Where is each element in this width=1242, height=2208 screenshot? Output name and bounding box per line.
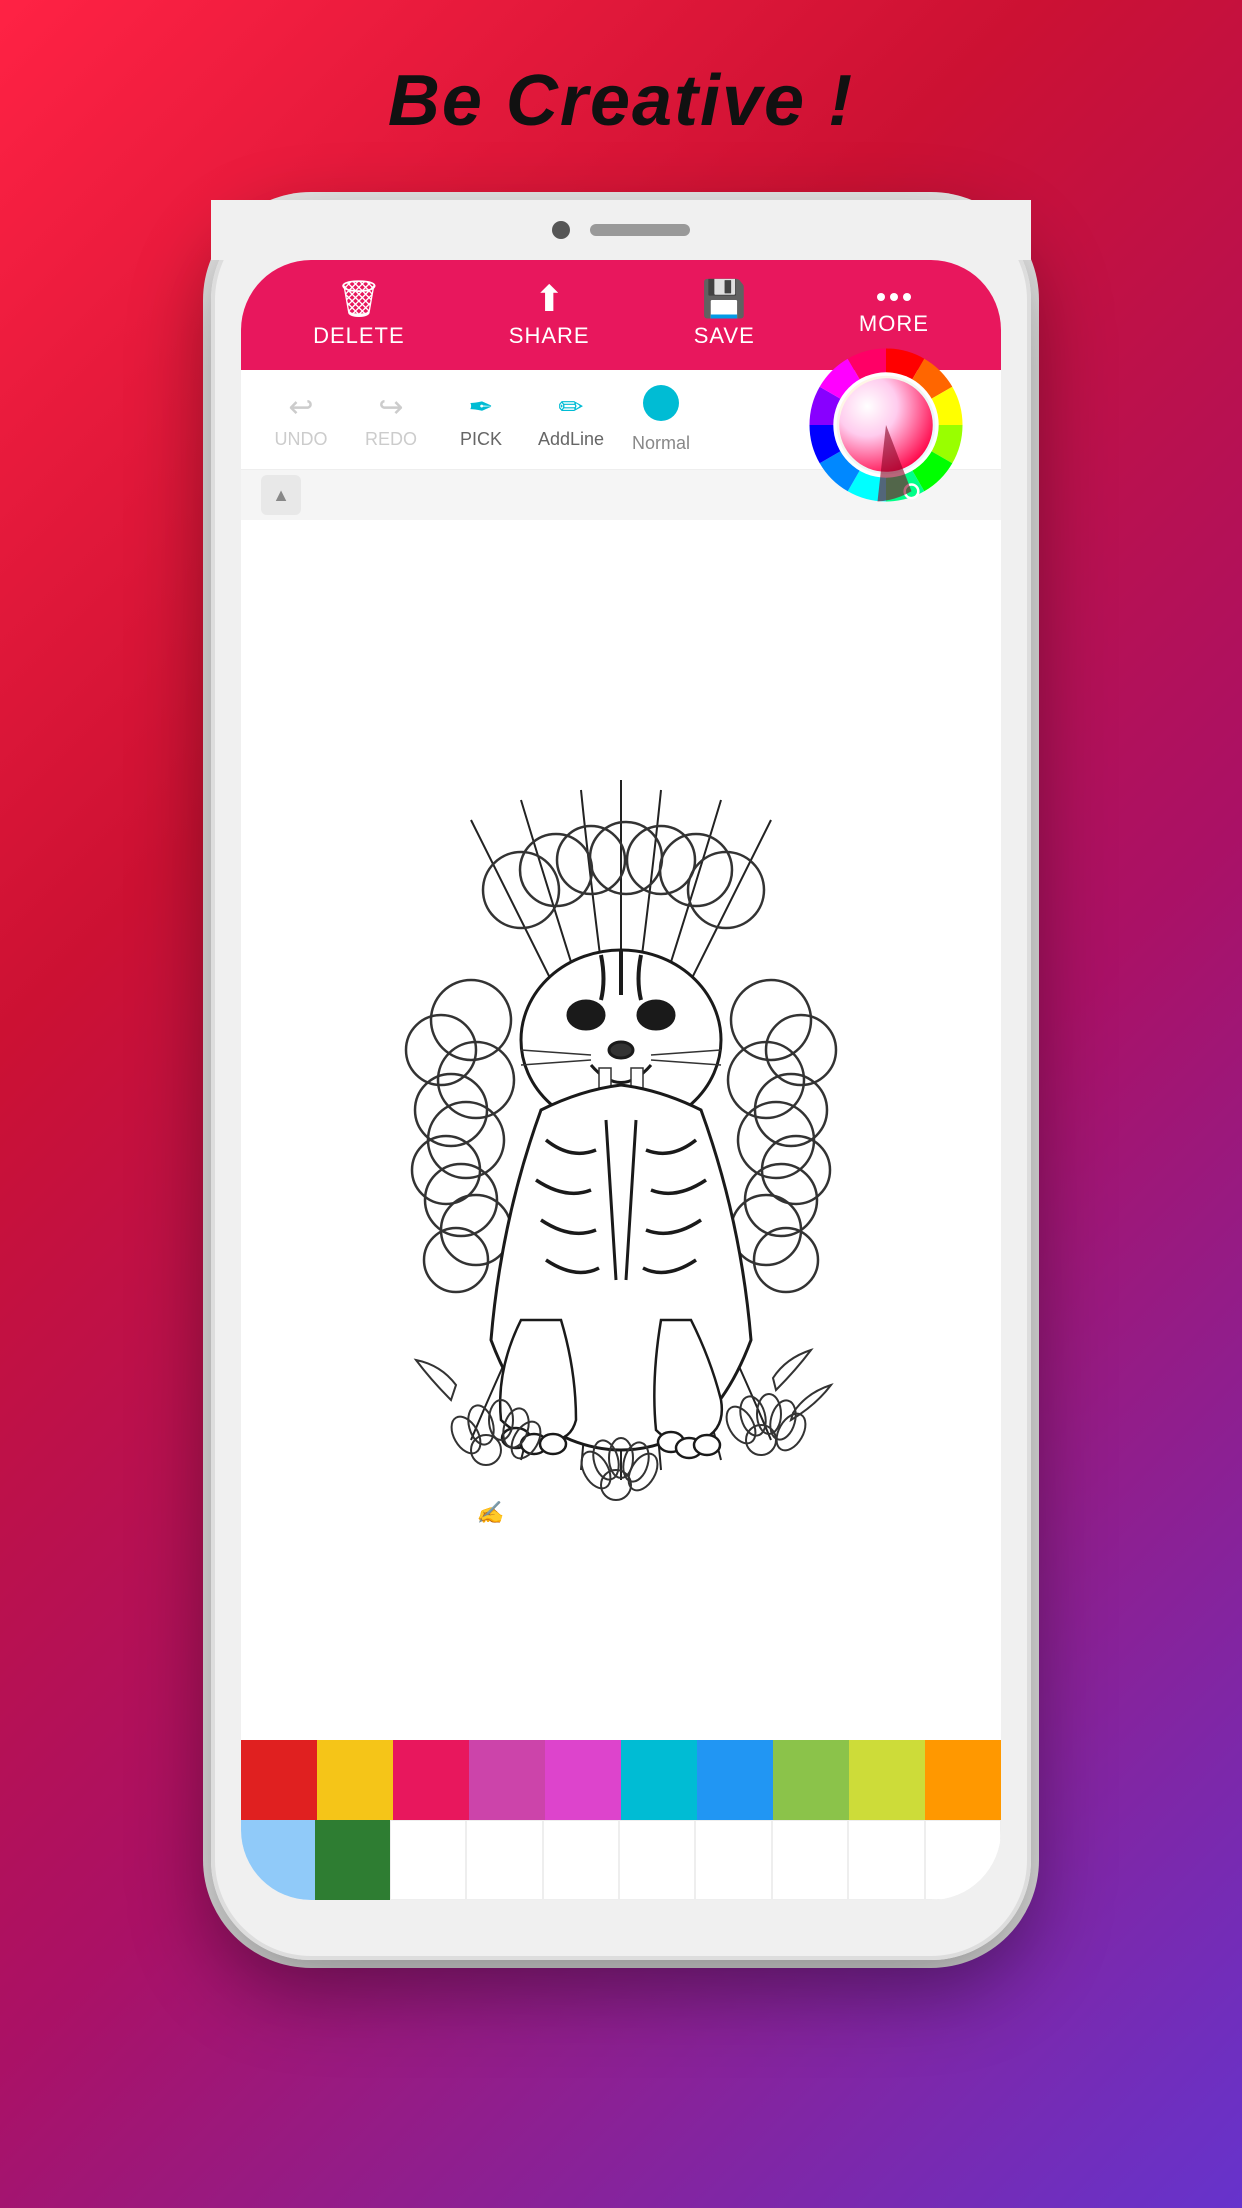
- color-swatch[interactable]: [393, 1740, 469, 1820]
- delete-icon: 🗑: [336, 281, 382, 317]
- undo-label: UNDO: [275, 429, 328, 450]
- redo-button[interactable]: ↪ REDO: [351, 390, 431, 450]
- color-swatch[interactable]: [925, 1740, 1001, 1820]
- color-swatch[interactable]: [619, 1820, 695, 1900]
- share-label: SHARE: [509, 323, 590, 349]
- camera-dot: [552, 221, 570, 239]
- expand-button[interactable]: ▲: [261, 475, 301, 515]
- tagline: Be Creative !: [388, 60, 854, 142]
- expand-icon: ▲: [272, 485, 290, 506]
- addline-label: AddLine: [538, 429, 604, 450]
- color-swatch[interactable]: [543, 1820, 619, 1900]
- color-palette: [241, 1740, 1001, 1900]
- color-wheel[interactable]: [801, 340, 971, 510]
- more-button[interactable]: MORE: [859, 293, 929, 337]
- color-swatch[interactable]: [848, 1820, 924, 1900]
- color-swatch[interactable]: [697, 1740, 773, 1820]
- color-wheel-container[interactable]: [801, 340, 981, 540]
- palette-row-2: [241, 1820, 1001, 1900]
- delete-label: DELETE: [313, 323, 405, 349]
- pick-button[interactable]: ✒ PICK: [441, 390, 521, 450]
- save-label: SAVE: [694, 323, 755, 349]
- screen: 🗑 DELETE ⬆ SHARE 💾 SAVE: [241, 260, 1001, 1900]
- normal-color-circle: [643, 385, 679, 429]
- sub-toolbar: ↩ UNDO ↪ REDO ✒ PICK ✏ AddLine: [241, 370, 1001, 470]
- color-swatch[interactable]: [621, 1740, 697, 1820]
- color-swatch[interactable]: [466, 1820, 542, 1900]
- color-swatch[interactable]: [773, 1740, 849, 1820]
- undo-button[interactable]: ↩ UNDO: [261, 390, 341, 450]
- tiger-drawing: ✍: [321, 720, 921, 1540]
- color-swatch[interactable]: [469, 1740, 545, 1820]
- save-button[interactable]: 💾 SAVE: [694, 281, 755, 349]
- undo-icon: ↩: [288, 390, 313, 425]
- color-swatch[interactable]: [315, 1820, 389, 1900]
- pick-label: PICK: [460, 429, 502, 450]
- color-swatch[interactable]: [849, 1740, 925, 1820]
- redo-label: REDO: [365, 429, 417, 450]
- svg-text:✍: ✍: [476, 1500, 507, 1525]
- color-swatch[interactable]: [317, 1740, 393, 1820]
- phone-shell: 🗑 DELETE ⬆ SHARE 💾 SAVE: [211, 200, 1031, 1960]
- addline-icon: ✏: [558, 390, 583, 425]
- tiger-svg: ✍: [321, 720, 921, 1540]
- canvas-area[interactable]: ✍: [241, 520, 1001, 1740]
- pick-icon: ✒: [468, 390, 493, 425]
- more-label: MORE: [859, 311, 929, 337]
- normal-button[interactable]: Normal: [621, 385, 701, 454]
- more-icon: [877, 293, 911, 301]
- color-swatch[interactable]: [545, 1740, 621, 1820]
- color-swatch[interactable]: [241, 1820, 315, 1900]
- normal-label: Normal: [632, 433, 690, 454]
- color-swatch[interactable]: [390, 1820, 466, 1900]
- addline-button[interactable]: ✏ AddLine: [531, 390, 611, 450]
- color-swatch[interactable]: [241, 1740, 317, 1820]
- redo-icon: ↪: [378, 390, 403, 425]
- share-icon: ⬆: [534, 281, 564, 317]
- phone-inner: 🗑 DELETE ⬆ SHARE 💾 SAVE: [241, 260, 1001, 1900]
- color-swatch[interactable]: [695, 1820, 771, 1900]
- phone-top: [211, 200, 1031, 260]
- delete-button[interactable]: 🗑 DELETE: [313, 281, 405, 349]
- share-button[interactable]: ⬆ SHARE: [509, 281, 590, 349]
- speaker-bar: [590, 224, 690, 236]
- background: Be Creative ! 🗑 DELETE ⬆ SHARE: [0, 0, 1242, 2208]
- color-swatch[interactable]: [925, 1820, 1001, 1900]
- color-swatch[interactable]: [772, 1820, 848, 1900]
- save-icon: 💾: [702, 281, 747, 317]
- palette-row-1: [241, 1740, 1001, 1820]
